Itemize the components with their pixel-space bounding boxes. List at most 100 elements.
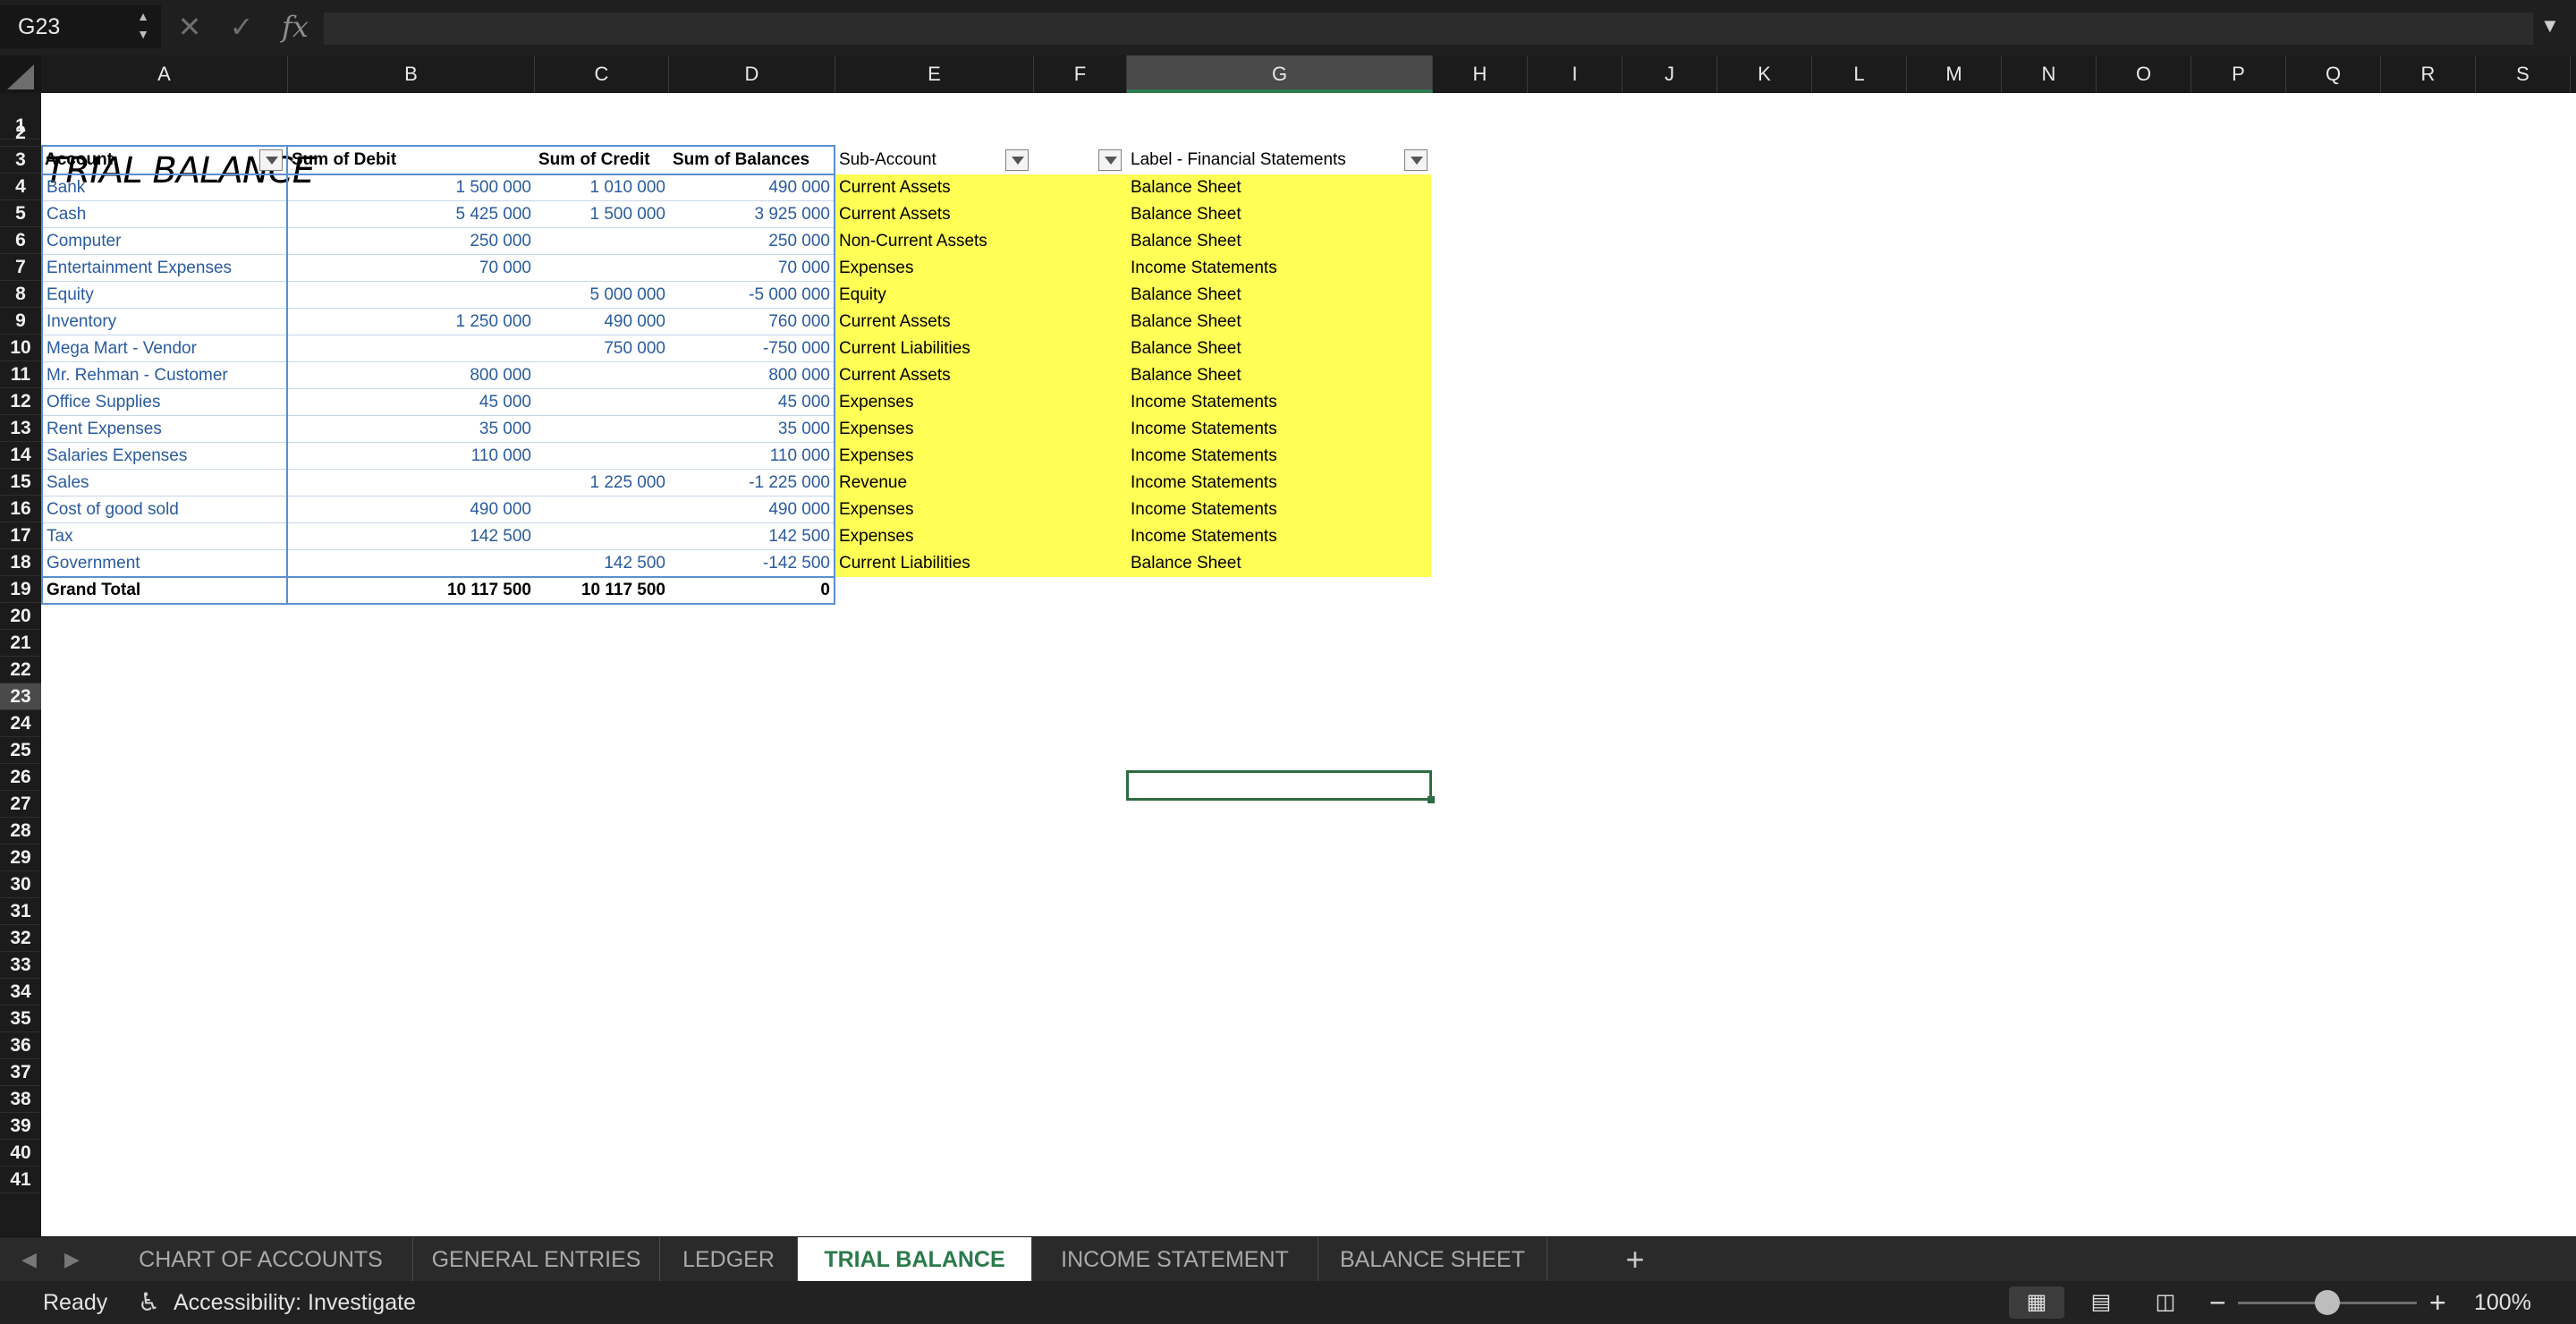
cell-balance[interactable]: 110 000 [669, 443, 834, 470]
cell-credit[interactable] [535, 255, 669, 282]
column-header-c[interactable]: C [535, 55, 669, 93]
row-header-25[interactable]: 25 [0, 737, 41, 764]
accessibility-status[interactable]: Accessibility: Investigate [174, 1281, 416, 1324]
sheet-tab-ledger[interactable]: LEDGER [660, 1237, 798, 1282]
normal-view-icon[interactable]: ▦ [2009, 1286, 2064, 1319]
zoom-out-icon[interactable]: − [2209, 1281, 2226, 1324]
name-box-stepper-icon[interactable]: ▲ ▼ [134, 7, 152, 47]
sheet-tab-balance-sheet[interactable]: BALANCE SHEET [1318, 1237, 1547, 1282]
row-header-41[interactable]: 41 [0, 1167, 41, 1193]
cell-debit[interactable]: 800 000 [288, 362, 535, 389]
row-header-13[interactable]: 13 [0, 415, 41, 442]
cell-credit[interactable] [535, 443, 669, 470]
cell-credit[interactable] [535, 523, 669, 550]
row-header-3[interactable]: 3 [0, 147, 41, 174]
zoom-in-icon[interactable]: + [2429, 1281, 2446, 1324]
row-header-39[interactable]: 39 [0, 1113, 41, 1140]
column-header-e[interactable]: E [835, 55, 1034, 93]
cell-balance[interactable]: 70 000 [669, 255, 834, 282]
cell-sub[interactable]: Expenses [835, 389, 1127, 416]
row-header-2[interactable]: 2 [0, 120, 41, 147]
cell-label[interactable]: Income Statements [1127, 496, 1431, 523]
grand-total-balance[interactable]: 0 [669, 577, 834, 604]
column-header-n[interactable]: N [2002, 55, 2097, 93]
fill-handle[interactable] [1428, 796, 1435, 803]
cell-debit[interactable]: 110 000 [288, 443, 535, 470]
column-header-g[interactable]: G [1127, 55, 1433, 93]
cell-sub[interactable]: Current Assets [835, 309, 1127, 335]
column-header-f[interactable]: F [1034, 55, 1127, 93]
sheet-tab-chart-of-accounts[interactable]: CHART OF ACCOUNTS [109, 1237, 413, 1282]
row-header-38[interactable]: 38 [0, 1086, 41, 1113]
header-account[interactable]: Account [41, 147, 284, 174]
cell-sub[interactable]: Non-Current Assets [835, 228, 1127, 255]
formula-input[interactable] [324, 13, 2533, 45]
cell-account[interactable]: Cost of good sold [43, 496, 286, 523]
cell-sub[interactable]: Equity [835, 282, 1127, 309]
cell-sub[interactable]: Expenses [835, 416, 1127, 443]
sheet-tab-trial-balance[interactable]: TRIAL BALANCE [798, 1237, 1032, 1282]
cell-label[interactable]: Income Statements [1127, 523, 1431, 550]
column-header-a[interactable]: A [41, 55, 288, 93]
cell-balance[interactable]: 142 500 [669, 523, 834, 550]
cell-balance[interactable]: -750 000 [669, 335, 834, 362]
cell-account[interactable]: Entertainment Expenses [43, 255, 286, 282]
row-header-5[interactable]: 5 [0, 200, 41, 227]
cell-debit[interactable] [288, 335, 535, 362]
cell-debit[interactable]: 45 000 [288, 389, 535, 416]
cell-debit[interactable]: 35 000 [288, 416, 535, 443]
cell-sub[interactable]: Expenses [835, 255, 1127, 282]
row-header-37[interactable]: 37 [0, 1059, 41, 1086]
column-header-k[interactable]: K [1717, 55, 1812, 93]
cell-label[interactable]: Income Statements [1127, 416, 1431, 443]
filter-dropdown-icon[interactable] [1404, 149, 1428, 171]
row-header-19[interactable]: 19 [0, 576, 41, 603]
cell-sub[interactable]: Revenue [835, 470, 1127, 496]
cell-balance[interactable]: 35 000 [669, 416, 834, 443]
row-header-31[interactable]: 31 [0, 898, 41, 925]
prev-sheet-icon[interactable]: ◀ [21, 1248, 37, 1271]
next-sheet-icon[interactable]: ▶ [64, 1248, 80, 1271]
page-layout-view-icon[interactable]: ▤ [2073, 1286, 2129, 1319]
accessibility-icon[interactable]: ♿ [138, 1281, 160, 1324]
row-header-18[interactable]: 18 [0, 549, 41, 576]
row-header-8[interactable]: 8 [0, 281, 41, 308]
row-header-36[interactable]: 36 [0, 1032, 41, 1059]
row-header-23[interactable]: 23 [0, 683, 41, 710]
cell-debit[interactable]: 5 425 000 [288, 201, 535, 228]
column-header-s[interactable]: S [2476, 55, 2571, 93]
row-header-7[interactable]: 7 [0, 254, 41, 281]
cell-sub[interactable]: Expenses [835, 523, 1127, 550]
column-header-j[interactable]: J [1623, 55, 1717, 93]
grand-total-label[interactable]: Grand Total [43, 577, 286, 604]
filter-dropdown-icon[interactable] [1098, 149, 1122, 171]
cell-sub[interactable]: Current Liabilities [835, 550, 1127, 577]
cell-credit[interactable]: 1 500 000 [535, 201, 669, 228]
column-header-q[interactable]: Q [2286, 55, 2381, 93]
cell-label[interactable]: Balance Sheet [1127, 282, 1431, 309]
cell-credit[interactable] [535, 389, 669, 416]
cell-balance[interactable]: 3 925 000 [669, 201, 834, 228]
row-header-28[interactable]: 28 [0, 818, 41, 844]
row-header-33[interactable]: 33 [0, 952, 41, 979]
row-header-22[interactable]: 22 [0, 657, 41, 683]
sheet-tab-income-statement[interactable]: INCOME STATEMENT [1032, 1237, 1318, 1282]
cell-credit[interactable] [535, 496, 669, 523]
cell-balance[interactable]: 490 000 [669, 174, 834, 201]
cell-balance[interactable]: -142 500 [669, 550, 834, 577]
cell-sub[interactable]: Expenses [835, 443, 1127, 470]
column-header-r[interactable]: R [2381, 55, 2476, 93]
cell-sub[interactable]: Current Liabilities [835, 335, 1127, 362]
grand-total-debit[interactable]: 10 117 500 [288, 577, 535, 604]
cell-account[interactable]: Bank [43, 174, 286, 201]
column-header-m[interactable]: M [1907, 55, 2002, 93]
column-header-h[interactable]: H [1433, 55, 1528, 93]
row-header-16[interactable]: 16 [0, 496, 41, 522]
cell-balance[interactable]: 490 000 [669, 496, 834, 523]
cell-debit[interactable]: 142 500 [288, 523, 535, 550]
sheet-tab-general-entries[interactable]: GENERAL ENTRIES [413, 1237, 660, 1282]
cell-account[interactable]: Office Supplies [43, 389, 286, 416]
cell-label[interactable]: Balance Sheet [1127, 335, 1431, 362]
cell-credit[interactable]: 142 500 [535, 550, 669, 577]
cell-debit[interactable] [288, 470, 535, 496]
